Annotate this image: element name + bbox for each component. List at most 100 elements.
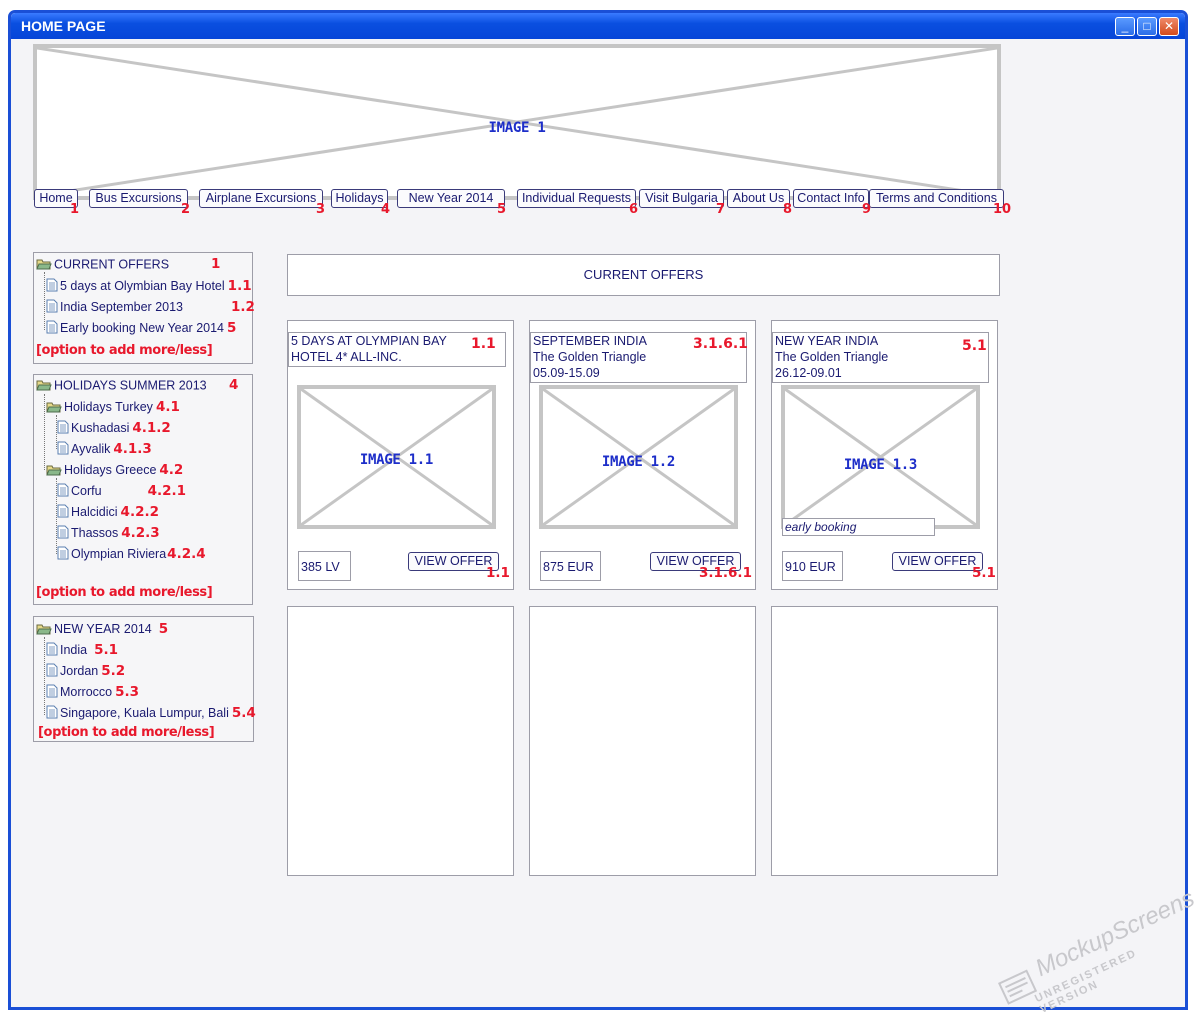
- tree-item-label: Singapore, Kuala Lumpur, Bali: [60, 706, 229, 720]
- close-button[interactable]: ✕: [1159, 17, 1179, 36]
- tree-item-number: 5.2: [101, 663, 126, 679]
- document-icon: [57, 420, 69, 437]
- tree-item[interactable]: India 5.1: [46, 642, 118, 659]
- header-image: IMAGE 1: [33, 44, 1001, 200]
- nav-number: 6: [629, 202, 639, 217]
- tree-number: 1: [211, 256, 221, 272]
- offer-image-label: IMAGE 1.2: [601, 454, 676, 470]
- empty-offer-card: [529, 606, 756, 876]
- tree-item[interactable]: Ayvalik 4.1.3: [57, 441, 152, 458]
- tree-item-number: 1.1: [227, 278, 252, 294]
- document-icon: [46, 320, 58, 337]
- option-more-less[interactable]: [option to add more/less]: [36, 585, 213, 600]
- nav-number: 10: [993, 202, 1012, 217]
- tree-item[interactable]: India September 2013 1.2: [46, 299, 255, 316]
- offer-title: NEW YEAR INDIA The Golden Triangle 26.12…: [772, 332, 989, 383]
- tree-item[interactable]: Kushadasi 4.1.2: [57, 420, 171, 437]
- tree-item-label: India: [60, 643, 88, 657]
- tree-item-label: 5 days at Olymbian Bay Hotel: [60, 279, 225, 293]
- nav-airplane-excursions[interactable]: Airplane Excursions: [199, 189, 323, 208]
- nav-new-year-2014[interactable]: New Year 2014: [397, 189, 505, 208]
- nav-number: 7: [716, 202, 726, 217]
- tree-item[interactable]: Halcidici 4.2.2: [57, 504, 159, 521]
- offer-number: 5.1: [962, 338, 987, 354]
- tree-item-label: Halcidici: [71, 505, 118, 519]
- offer-image[interactable]: IMAGE 1.3: [781, 385, 980, 529]
- tree-item-label: Kushadasi: [71, 421, 130, 435]
- tree-folder[interactable]: NEW YEAR 2014 5: [36, 621, 168, 638]
- tree-number: 4: [229, 377, 239, 393]
- tree-item[interactable]: Singapore, Kuala Lumpur, Bali 5.4: [46, 705, 256, 722]
- nav-bus-excursions[interactable]: Bus Excursions: [89, 189, 188, 208]
- nav-number: 3: [316, 202, 326, 217]
- tree-item-label: Morrocco: [60, 685, 113, 699]
- button-number: 5.1: [972, 565, 996, 581]
- maximize-button[interactable]: □: [1137, 17, 1157, 36]
- tree-item-label: India September 2013: [60, 300, 184, 314]
- tree-title: HOLIDAYS SUMMER 2013: [54, 378, 207, 393]
- tree-item-label: Olympian Riviera: [71, 547, 167, 561]
- tree-item-number: 5.3: [115, 684, 140, 700]
- document-icon: [46, 299, 58, 316]
- empty-offer-card: [287, 606, 514, 876]
- offer-image-label: IMAGE 1.3: [843, 457, 918, 473]
- tree-item[interactable]: Olympian Riviera4.2.4: [57, 546, 206, 563]
- nav-about-us[interactable]: About Us: [727, 189, 790, 208]
- tree-item[interactable]: Corfu 4.2.1: [57, 483, 186, 500]
- document-icon: [57, 441, 69, 458]
- tree-item-label: Ayvalik: [71, 442, 111, 456]
- nav-contact-info[interactable]: Contact Info: [793, 189, 869, 208]
- nav-visit-bulgaria[interactable]: Visit Bulgaria: [639, 189, 724, 208]
- document-icon: [46, 663, 58, 680]
- tree-folder[interactable]: CURRENT OFFERS: [36, 257, 169, 273]
- offer-image[interactable]: IMAGE 1.2: [539, 385, 738, 529]
- tree-connector: [44, 272, 45, 330]
- folder-open-icon: [46, 463, 62, 479]
- tree-folder[interactable]: HOLIDAYS SUMMER 2013: [36, 378, 207, 394]
- nav-number: 2: [181, 202, 191, 217]
- tree-folder-number: 4.2: [159, 462, 184, 478]
- document-icon: [57, 546, 69, 563]
- tree-folder[interactable]: Holidays Turkey 4.1: [46, 399, 180, 416]
- option-more-less[interactable]: [option to add more/less]: [36, 343, 213, 358]
- offer-image[interactable]: IMAGE 1.1: [297, 385, 496, 529]
- tree-connector: [44, 637, 45, 715]
- offer-price: 910 EUR: [782, 551, 843, 581]
- minimize-button[interactable]: _: [1115, 17, 1135, 36]
- document-icon: [57, 483, 69, 500]
- tree-item[interactable]: Jordan 5.2: [46, 663, 125, 680]
- tree-folder[interactable]: Holidays Greece 4.2: [46, 462, 183, 479]
- offer-title-line: 05.09-15.09: [533, 366, 600, 380]
- tree-folder-number: 4.1: [155, 399, 180, 415]
- title-bar: HOME PAGE _ □ ✕: [11, 13, 1185, 39]
- nav-holidays[interactable]: Holidays: [331, 189, 388, 208]
- tree-connector: [44, 394, 45, 470]
- tree-item-number: 4.2.4: [167, 546, 206, 562]
- nav-individual-requests[interactable]: Individual Requests: [517, 189, 636, 208]
- nav-number: 4: [381, 202, 391, 217]
- view-offer-button[interactable]: VIEW OFFER: [892, 552, 983, 571]
- tree-folder-label: Holidays Turkey: [64, 400, 153, 414]
- offer-title-line: 26.12-09.01: [775, 366, 842, 380]
- nav-number: 8: [783, 202, 793, 217]
- tree-item-label: Thassos: [71, 526, 119, 540]
- tree-item[interactable]: Early booking New Year 2014 5: [46, 320, 236, 337]
- option-more-less[interactable]: [option to add more/less]: [38, 725, 215, 740]
- tree-item[interactable]: Morrocco 5.3: [46, 684, 139, 701]
- nav-terms-and-conditions[interactable]: Terms and Conditions: [869, 189, 1004, 208]
- offer-card: 5 DAYS AT OLYMPIAN BAY HOTEL 4* ALL-INC.…: [287, 320, 514, 590]
- tree-title: NEW YEAR 2014: [54, 622, 152, 636]
- offer-card: NEW YEAR INDIA The Golden Triangle 26.12…: [771, 320, 998, 590]
- tree-folder-label: Holidays Greece: [64, 463, 157, 477]
- tree-item[interactable]: 5 days at Olymbian Bay Hotel 1.1: [46, 278, 252, 295]
- nav-number: 5: [497, 202, 507, 217]
- tree-number: 5: [158, 621, 169, 637]
- window-title: HOME PAGE: [21, 18, 106, 34]
- document-icon: [57, 525, 69, 542]
- offer-price: 385 LV: [298, 551, 351, 581]
- tree-holidays-summer: HOLIDAYS SUMMER 2013 4 Holidays Turkey 4.…: [33, 374, 253, 605]
- tree-item[interactable]: Thassos 4.2.3: [57, 525, 160, 542]
- document-icon: [46, 642, 58, 659]
- document-icon: [46, 278, 58, 295]
- tree-item-number: 4.2.3: [121, 525, 160, 541]
